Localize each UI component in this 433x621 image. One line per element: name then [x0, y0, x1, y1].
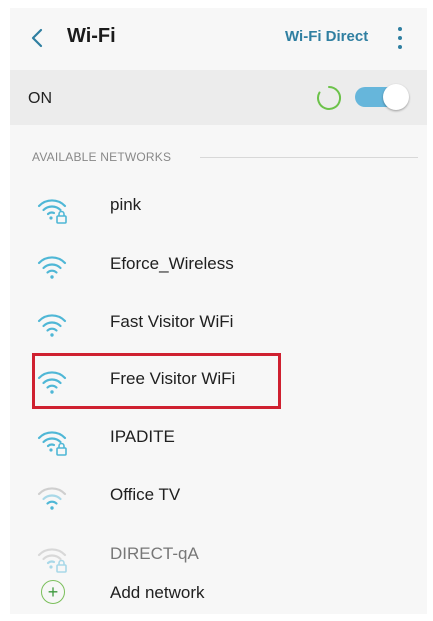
- wifi-direct-button[interactable]: Wi-Fi Direct: [285, 28, 368, 45]
- section-title: AVAILABLE NETWORKS: [32, 150, 172, 164]
- wifi-toggle[interactable]: [355, 83, 410, 111]
- more-options-icon[interactable]: [396, 27, 404, 49]
- network-name: pink: [110, 195, 142, 214]
- scanning-spinner-icon: [317, 86, 341, 110]
- back-arrow-icon[interactable]: [27, 26, 47, 50]
- add-network-item[interactable]: + Add network: [10, 576, 427, 616]
- highlight-box: [32, 353, 281, 409]
- wifi-signal-icon: [37, 256, 67, 279]
- network-item[interactable]: IPADITE: [10, 416, 427, 470]
- network-item[interactable]: Fast Visitor WiFi: [10, 301, 427, 355]
- plus-icon: +: [41, 580, 65, 604]
- network-name: Fast Visitor WiFi: [110, 312, 234, 331]
- wifi-lock-icon: [37, 431, 67, 456]
- network-name: Office TV: [110, 485, 181, 504]
- wifi-signal-icon: [37, 314, 67, 337]
- network-name: Eforce_Wireless: [110, 254, 234, 273]
- wifi-status-label: ON: [28, 90, 52, 107]
- page-title: Wi-Fi: [67, 25, 116, 47]
- network-name: DIRECT-qA: [110, 544, 199, 563]
- network-item[interactable]: Office TV: [10, 474, 427, 528]
- wifi-signal-weak-icon: [37, 487, 67, 510]
- section-divider: [200, 157, 418, 158]
- wifi-lock-icon: [37, 199, 67, 224]
- network-item[interactable]: Eforce_Wireless: [10, 243, 427, 297]
- wifi-status-row: ON: [10, 70, 427, 125]
- wifi-lock-weak-icon: [37, 548, 67, 573]
- wifi-settings-screen: Wi-Fi Wi-Fi Direct ON AVAILABLE NETWORKS…: [10, 8, 427, 614]
- add-network-label: Add network: [110, 583, 205, 602]
- header: Wi-Fi Wi-Fi Direct: [10, 8, 427, 68]
- network-name: IPADITE: [110, 427, 175, 446]
- network-item[interactable]: pink: [10, 184, 427, 238]
